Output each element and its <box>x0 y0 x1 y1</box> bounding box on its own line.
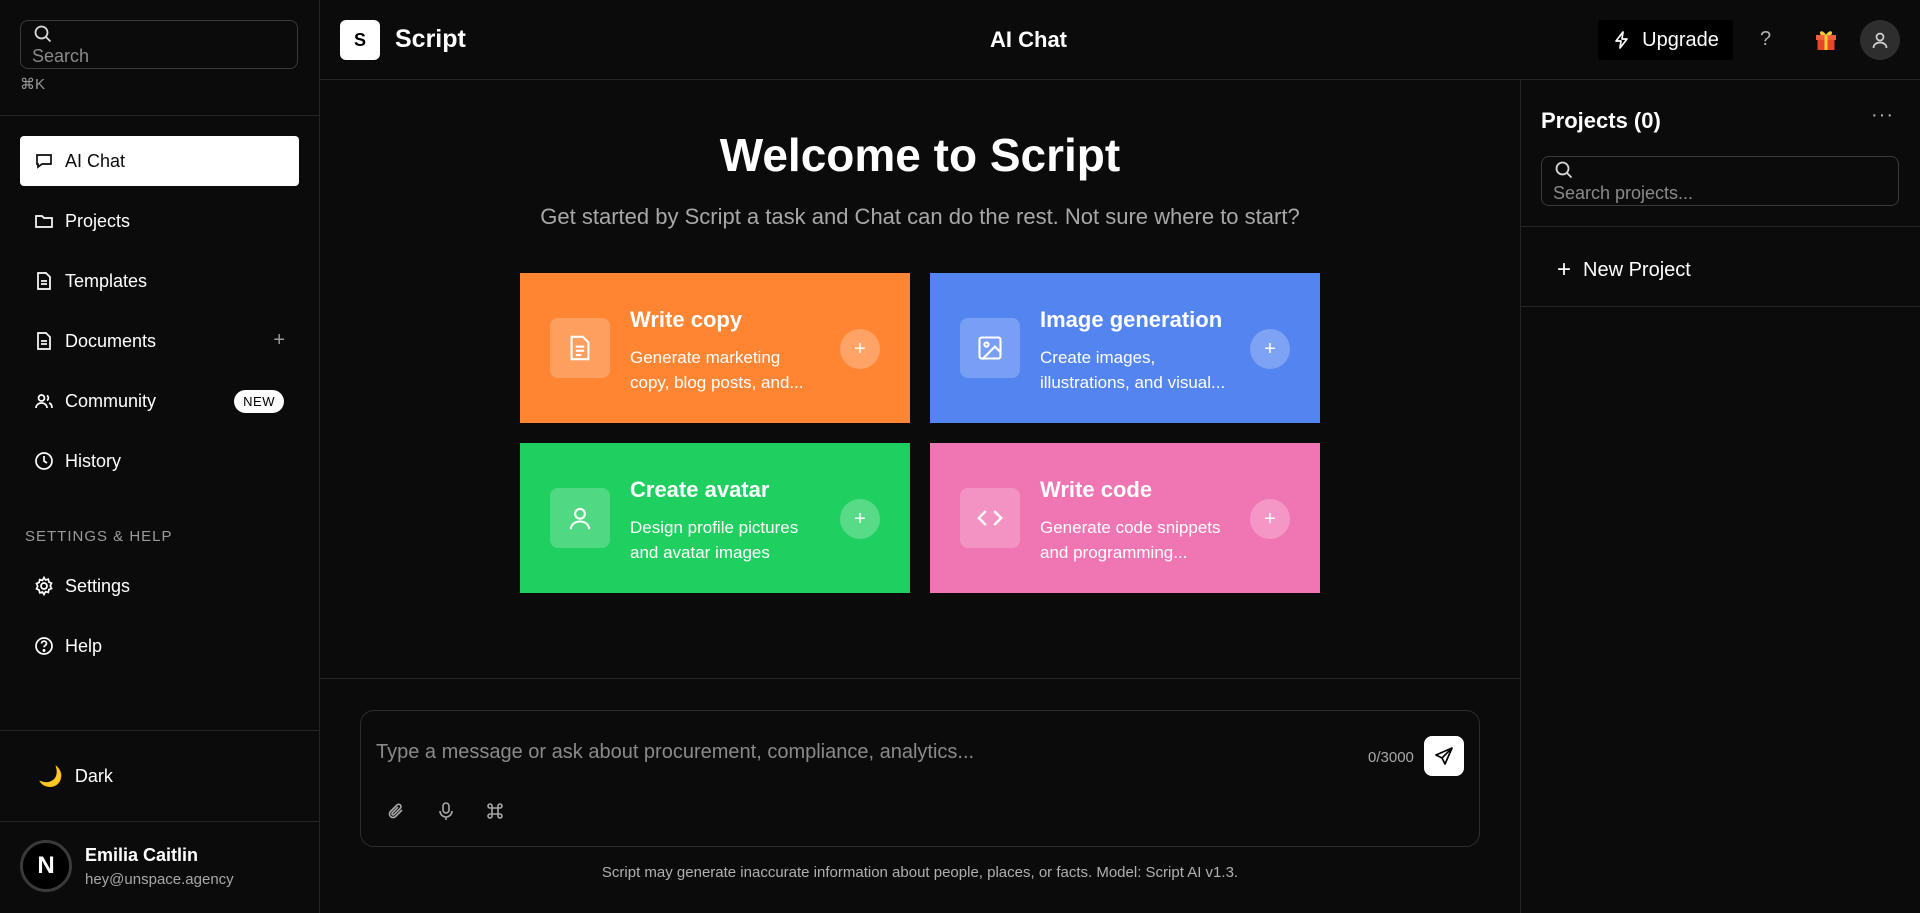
sidebar-item-label: Documents <box>65 330 157 351</box>
new-project-label: New Project <box>1583 258 1691 281</box>
new-badge: NEW <box>234 390 284 413</box>
theme-toggle[interactable]: 🌙 Dark <box>38 764 113 789</box>
card-add-button[interactable]: + <box>840 329 880 369</box>
app-title: Script <box>395 25 466 53</box>
file-text-icon <box>34 271 54 291</box>
top-bar: S Script AI Chat Upgrade ? <box>320 0 1920 80</box>
page-title: AI Chat <box>990 27 1067 52</box>
code-icon <box>960 488 1020 548</box>
sidebar-divider <box>0 115 320 116</box>
welcome-heading: Welcome to Script <box>719 129 1121 181</box>
moon-icon: 🌙 <box>38 766 63 788</box>
user-email: hey@unspace.agency <box>85 870 234 888</box>
theme-label: Dark <box>74 766 113 786</box>
card-description: Generate code snippets and programming..… <box>1040 518 1221 562</box>
avatar: N <box>20 840 72 892</box>
projects-title: Projects (0) <box>1541 108 1661 133</box>
sidebar: Search ⌘K AI Chat Projects Templates Doc… <box>0 0 320 913</box>
user-name: Emilia Caitlin <box>85 844 199 865</box>
app-logo[interactable]: S <box>340 20 380 60</box>
card-add-button[interactable]: + <box>1250 329 1290 369</box>
card-write-code[interactable]: Write code Generate code snippets and pr… <box>930 443 1320 593</box>
card-title: Create avatar <box>630 477 770 502</box>
gift-icon[interactable] <box>1813 26 1839 57</box>
message-composer: Type a message or ask about procurement,… <box>360 710 1480 847</box>
search-shortcut-hint: ⌘K <box>20 76 46 93</box>
file-text-icon <box>34 331 54 351</box>
sidebar-item-history[interactable]: History <box>20 436 299 486</box>
clock-icon <box>34 451 54 471</box>
folder-icon <box>34 211 54 231</box>
sidebar-item-label: Community <box>65 390 157 411</box>
upgrade-label: Upgrade <box>1642 28 1719 51</box>
panel-divider <box>1521 226 1920 227</box>
sidebar-divider <box>0 730 320 731</box>
upgrade-button[interactable]: Upgrade <box>1598 20 1733 60</box>
projects-panel: Projects (0) ··· Search projects... + Ne… <box>1520 80 1920 913</box>
card-description: Generate marketing copy, blog posts, and… <box>630 348 804 392</box>
sidebar-item-templates[interactable]: Templates <box>20 256 299 306</box>
panel-divider <box>1521 306 1920 307</box>
sidebar-divider <box>0 821 320 822</box>
project-search-input[interactable]: Search projects... <box>1541 156 1899 206</box>
message-input[interactable]: Type a message or ask about procurement,… <box>376 741 974 764</box>
paperclip-icon[interactable] <box>384 799 408 823</box>
sidebar-item-documents[interactable]: Documents + <box>20 316 299 366</box>
profile-button[interactable] <box>1860 20 1900 60</box>
image-icon <box>960 318 1020 378</box>
composer-divider <box>320 678 1521 679</box>
chat-icon <box>34 151 54 171</box>
lightning-icon <box>1615 31 1628 49</box>
search-placeholder: Search projects... <box>1553 183 1694 203</box>
user-icon <box>1872 32 1888 49</box>
sidebar-item-projects[interactable]: Projects <box>20 196 299 246</box>
sidebar-item-label: Settings <box>65 575 131 596</box>
help-button[interactable]: ? <box>1760 28 1771 51</box>
help-circle-icon <box>34 636 54 656</box>
card-description: Design profile pictures and avatar image… <box>630 518 799 562</box>
new-project-button[interactable]: + New Project <box>1557 256 1691 284</box>
sidebar-item-ai-chat[interactable]: AI Chat <box>20 136 299 186</box>
sidebar-item-label: History <box>65 450 122 471</box>
sidebar-item-label: Projects <box>65 210 131 231</box>
char-counter: 0/3000 <box>1368 749 1414 766</box>
document-icon <box>550 318 610 378</box>
sidebar-item-community[interactable]: Community NEW <box>20 376 299 426</box>
card-add-button[interactable]: + <box>840 499 880 539</box>
app-root: Search ⌘K AI Chat Projects Templates Doc… <box>0 0 1920 913</box>
card-title: Write code <box>1040 477 1153 502</box>
more-options-button[interactable]: ··· <box>1871 104 1894 127</box>
search-icon <box>33 24 53 44</box>
card-title: Image generation <box>1040 307 1223 332</box>
card-create-avatar[interactable]: Create avatar Design profile pictures an… <box>520 443 910 593</box>
search-placeholder: Search <box>32 46 90 66</box>
card-add-button[interactable]: + <box>1250 499 1290 539</box>
card-image-generation[interactable]: Image generation Create images, illustra… <box>930 273 1320 423</box>
user-info: Emilia Caitlin hey@unspace.agency <box>85 845 234 888</box>
microphone-icon[interactable] <box>434 799 458 823</box>
command-icon[interactable] <box>483 799 507 823</box>
user-icon <box>550 488 610 548</box>
sidebar-item-label: AI Chat <box>65 150 126 171</box>
card-title: Write copy <box>630 307 743 332</box>
sidebar-item-settings[interactable]: Settings <box>20 561 299 611</box>
sidebar-search-input[interactable]: Search <box>20 20 298 69</box>
plus-icon: + <box>1557 256 1572 283</box>
send-icon <box>1435 747 1453 765</box>
users-icon <box>34 391 54 411</box>
gear-icon <box>34 576 54 596</box>
sidebar-item-label: Templates <box>65 270 148 291</box>
card-write-copy[interactable]: Write copy Generate marketing copy, blog… <box>520 273 910 423</box>
settings-section-label: SETTINGS & HELP <box>25 528 173 545</box>
disclaimer-text: Script may generate inaccurate informati… <box>601 864 1239 881</box>
search-icon <box>1554 160 1574 185</box>
welcome-subtitle: Get started by Script a task and Chat ca… <box>540 204 1300 229</box>
sidebar-item-help[interactable]: Help <box>20 621 299 671</box>
send-button[interactable] <box>1424 736 1464 776</box>
add-document-button[interactable]: + <box>273 329 285 352</box>
user-profile[interactable]: N Emilia Caitlin hey@unspace.agency <box>20 840 234 892</box>
card-description: Create images, illustrations, and visual… <box>1040 348 1226 392</box>
sidebar-item-label: Help <box>65 635 103 656</box>
